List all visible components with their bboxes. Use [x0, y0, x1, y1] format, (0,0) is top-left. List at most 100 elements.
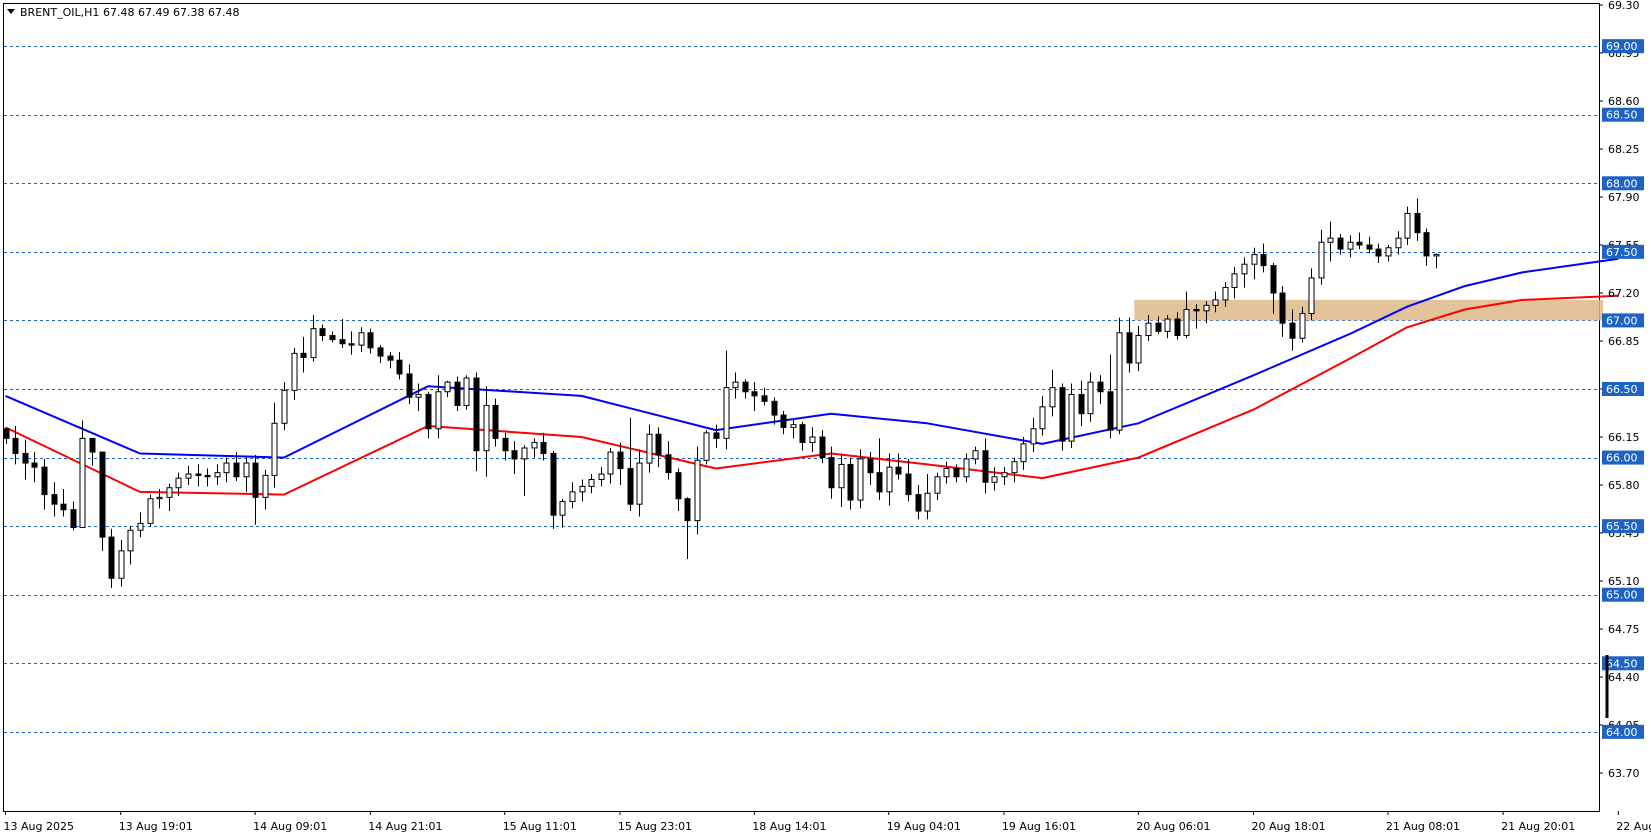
candle-body [627, 468, 634, 505]
candle-body [713, 432, 720, 439]
candle [1059, 383, 1066, 451]
candle-body [521, 447, 528, 460]
candle-body [1059, 387, 1066, 442]
candle-body [761, 395, 768, 402]
candle-body [1327, 237, 1334, 243]
candle-body [579, 485, 586, 493]
y-tick-label: 63.70 [1608, 767, 1640, 780]
candle-body [281, 389, 288, 424]
level-price-label: 68.00 [1606, 177, 1638, 190]
level-price-label: 67.00 [1606, 314, 1638, 327]
candle-body [329, 335, 336, 341]
candle-body [943, 468, 950, 478]
candle-body [243, 462, 250, 478]
candle-body [377, 347, 384, 357]
candle-body [886, 466, 893, 493]
symbol-label: BRENT_OIL,H1 [20, 6, 99, 19]
candle-body [492, 404, 499, 439]
candle-body [799, 424, 806, 443]
candle-body [771, 400, 778, 416]
candle-body [1097, 381, 1104, 393]
candle-body [1155, 322, 1162, 332]
level-price-label: 67.50 [1606, 246, 1638, 259]
candle-body [867, 458, 874, 474]
y-tick-label: 66.15 [1608, 431, 1640, 444]
candle-body [252, 462, 259, 498]
candle-body [339, 339, 346, 345]
level-price-label: 64.00 [1606, 726, 1638, 739]
candle-body [1212, 299, 1219, 306]
y-tick-label: 64.40 [1608, 671, 1640, 684]
price-chart[interactable]: 69.3068.9568.6068.2567.9067.5567.2066.85… [0, 0, 1651, 836]
candle-body [972, 450, 979, 460]
level-price-label: 65.00 [1606, 589, 1638, 602]
candle-body [1423, 232, 1430, 257]
candle-body [127, 529, 134, 552]
candle-body [665, 454, 672, 474]
candle-body [415, 393, 422, 398]
candle-body [319, 328, 326, 337]
candle-body [454, 381, 461, 406]
candle-body [444, 381, 451, 393]
candle-body [1087, 381, 1094, 415]
x-tick-label: 15 Aug 11:01 [503, 820, 577, 833]
candle-body [1020, 443, 1027, 463]
level-price-label: 68.50 [1606, 109, 1638, 122]
candle-body [828, 457, 835, 489]
candle-body [982, 450, 989, 483]
candle-body [963, 458, 970, 478]
candle-body [953, 468, 960, 478]
candle-body [185, 473, 192, 479]
candle-body [214, 472, 221, 478]
candle-body [646, 433, 653, 464]
level-price-label: 69.00 [1606, 40, 1638, 53]
candle [99, 451, 106, 551]
x-tick-label: 13 Aug 19:01 [119, 820, 193, 833]
candle-body [31, 462, 38, 468]
candle-body [1260, 254, 1267, 267]
candle-body [387, 355, 394, 361]
x-tick-label: 20 Aug 06:01 [1136, 820, 1210, 833]
candle-body [1318, 241, 1325, 279]
candle-body [147, 498, 154, 524]
chart-header: BRENT_OIL,H1 67.48 67.49 67.38 67.48 [7, 6, 239, 19]
level-price-label: 64.50 [1606, 657, 1638, 670]
level-price-label: 66.00 [1606, 452, 1638, 465]
x-tick-label: 22 Aug 10:01 [1616, 820, 1651, 833]
candle-body [857, 458, 864, 501]
ohlc-readout: 67.48 67.49 67.38 67.48 [103, 6, 239, 19]
candle-body [876, 472, 883, 493]
x-tick-label: 13 Aug 2025 [4, 820, 74, 833]
candle-body [1068, 393, 1075, 442]
candle-body [905, 473, 912, 496]
candle-body [406, 373, 413, 398]
candle-body [1366, 244, 1373, 250]
candle-body [358, 332, 365, 346]
x-tick-label: 15 Aug 23:01 [618, 820, 692, 833]
candle-body [1193, 308, 1200, 312]
candle-body [819, 436, 826, 459]
candle-body [1385, 247, 1392, 257]
candle-body [223, 462, 230, 474]
candle-body [1279, 292, 1286, 324]
candle-body [598, 473, 605, 481]
candle-body [425, 393, 432, 430]
candle-body [118, 550, 125, 579]
candle-body [300, 352, 307, 358]
candle-body [1145, 322, 1152, 337]
y-tick-label: 68.25 [1608, 143, 1640, 156]
candle-body [233, 462, 240, 478]
candle-body [41, 466, 48, 496]
candle-body [175, 477, 182, 489]
x-tick-label: 18 Aug 14:01 [752, 820, 826, 833]
candle-body [991, 476, 998, 483]
y-tick-label: 68.60 [1608, 95, 1640, 108]
candle-body [742, 381, 749, 393]
x-tick-label: 19 Aug 04:01 [887, 820, 961, 833]
candle-body [473, 377, 480, 452]
candle-body [89, 437, 96, 453]
candle-body [396, 359, 403, 375]
candle-body [1183, 308, 1190, 337]
candle-body [502, 437, 509, 452]
candle-body [291, 352, 298, 391]
